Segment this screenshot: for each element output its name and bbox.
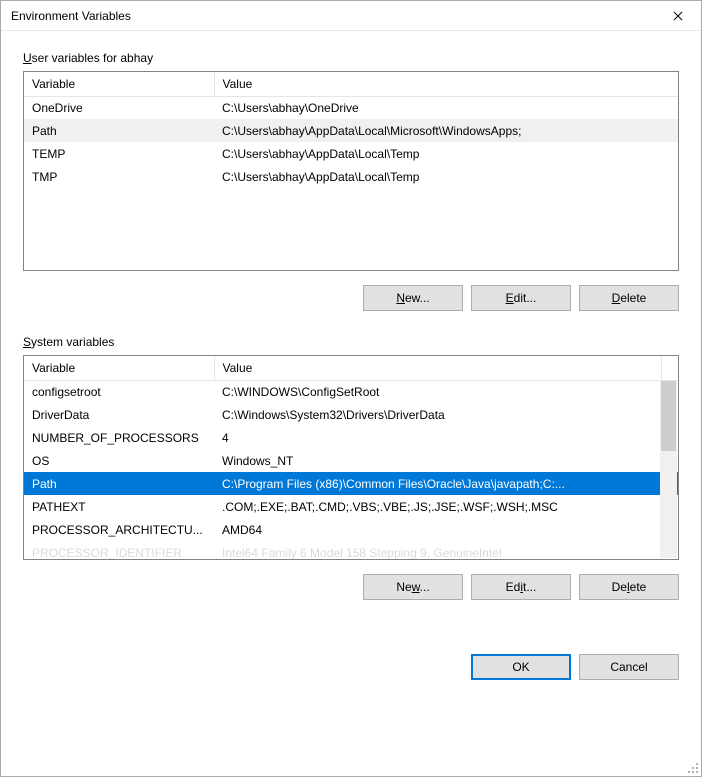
dialog-button-row: OK Cancel xyxy=(23,654,679,680)
table-row[interactable]: TEMPC:\Users\abhay\AppData\Local\Temp xyxy=(24,142,678,165)
window-title: Environment Variables xyxy=(11,9,655,23)
user-button-row: New... Edit... Delete xyxy=(23,285,679,311)
cell-variable: OneDrive xyxy=(24,96,214,119)
cell-value: AMD64 xyxy=(214,518,678,541)
system-new-button[interactable]: New... xyxy=(363,574,463,600)
cell-value: C:\Users\abhay\AppData\Local\Microsoft\W… xyxy=(214,119,678,142)
table-row[interactable]: TMPC:\Users\abhay\AppData\Local\Temp xyxy=(24,165,678,188)
table-row[interactable]: PathC:\Users\abhay\AppData\Local\Microso… xyxy=(24,119,678,142)
table-row[interactable]: PATHEXT.COM;.EXE;.BAT;.CMD;.VBS;.VBE;.JS… xyxy=(24,495,678,518)
cell-variable: TMP xyxy=(24,165,214,188)
cell-variable: Path xyxy=(24,119,214,142)
cell-variable: OS xyxy=(24,449,214,472)
system-vars-table[interactable]: Variable Value configsetrootC:\WINDOWS\C… xyxy=(24,356,678,560)
cell-variable: configsetroot xyxy=(24,380,214,403)
user-col-value[interactable]: Value xyxy=(214,72,678,96)
user-edit-button[interactable]: Edit... xyxy=(471,285,571,311)
resize-grip-icon[interactable] xyxy=(685,760,699,774)
ok-button[interactable]: OK xyxy=(471,654,571,680)
cell-value: 4 xyxy=(214,426,678,449)
close-button[interactable] xyxy=(655,1,701,31)
table-row[interactable]: OneDriveC:\Users\abhay\OneDrive xyxy=(24,96,678,119)
user-delete-button[interactable]: Delete xyxy=(579,285,679,311)
cell-value: .COM;.EXE;.BAT;.CMD;.VBS;.VBE;.JS;.JSE;.… xyxy=(214,495,678,518)
dialog-content: User variables for abhay Variable Value … xyxy=(1,31,701,776)
cell-value: Intel64 Family 6 Model 158 Stepping 9, G… xyxy=(214,541,678,560)
cancel-button[interactable]: Cancel xyxy=(579,654,679,680)
scrollbar-thumb[interactable] xyxy=(661,381,676,451)
table-row[interactable]: OSWindows_NT xyxy=(24,449,678,472)
table-row[interactable]: DriverDataC:\Windows\System32\Drivers\Dr… xyxy=(24,403,678,426)
system-col-value[interactable]: Value xyxy=(214,356,661,380)
user-vars-table-container: Variable Value OneDriveC:\Users\abhay\On… xyxy=(23,71,679,271)
cell-variable: TEMP xyxy=(24,142,214,165)
cell-value: Windows_NT xyxy=(214,449,678,472)
user-new-button[interactable]: New... xyxy=(363,285,463,311)
table-row[interactable]: PROCESSOR_IDENTIFIERIntel64 Family 6 Mod… xyxy=(24,541,678,560)
system-col-variable[interactable]: Variable xyxy=(24,356,214,380)
cell-variable: Path xyxy=(24,472,214,495)
cell-value: C:\Users\abhay\AppData\Local\Temp xyxy=(214,165,678,188)
cell-variable: DriverData xyxy=(24,403,214,426)
cell-value: C:\Windows\System32\Drivers\DriverData xyxy=(214,403,678,426)
table-row[interactable]: configsetrootC:\WINDOWS\ConfigSetRoot xyxy=(24,380,678,403)
user-vars-table[interactable]: Variable Value OneDriveC:\Users\abhay\On… xyxy=(24,72,678,188)
system-vars-table-container: Variable Value configsetrootC:\WINDOWS\C… xyxy=(23,355,679,560)
cell-value: C:\Users\abhay\AppData\Local\Temp xyxy=(214,142,678,165)
cell-variable: PATHEXT xyxy=(24,495,214,518)
system-button-row: New... Edit... Delete xyxy=(23,574,679,600)
close-icon xyxy=(673,8,683,24)
cell-variable: NUMBER_OF_PROCESSORS xyxy=(24,426,214,449)
cell-value: C:\Program Files (x86)\Common Files\Orac… xyxy=(214,472,678,495)
system-edit-button[interactable]: Edit... xyxy=(471,574,571,600)
table-row[interactable]: NUMBER_OF_PROCESSORS4 xyxy=(24,426,678,449)
system-delete-button[interactable]: Delete xyxy=(579,574,679,600)
cell-value: C:\WINDOWS\ConfigSetRoot xyxy=(214,380,678,403)
user-col-variable[interactable]: Variable xyxy=(24,72,214,96)
cell-value: C:\Users\abhay\OneDrive xyxy=(214,96,678,119)
system-vars-label: System variables xyxy=(23,335,679,349)
titlebar[interactable]: Environment Variables xyxy=(1,1,701,31)
cell-variable: PROCESSOR_ARCHITECTU... xyxy=(24,518,214,541)
system-scrollbar[interactable] xyxy=(660,381,677,558)
table-row[interactable]: PROCESSOR_ARCHITECTU...AMD64 xyxy=(24,518,678,541)
system-col-scroll-spacer xyxy=(661,356,678,380)
user-vars-label: User variables for abhay xyxy=(23,51,679,65)
cell-variable: PROCESSOR_IDENTIFIER xyxy=(24,541,214,560)
table-row[interactable]: PathC:\Program Files (x86)\Common Files\… xyxy=(24,472,678,495)
